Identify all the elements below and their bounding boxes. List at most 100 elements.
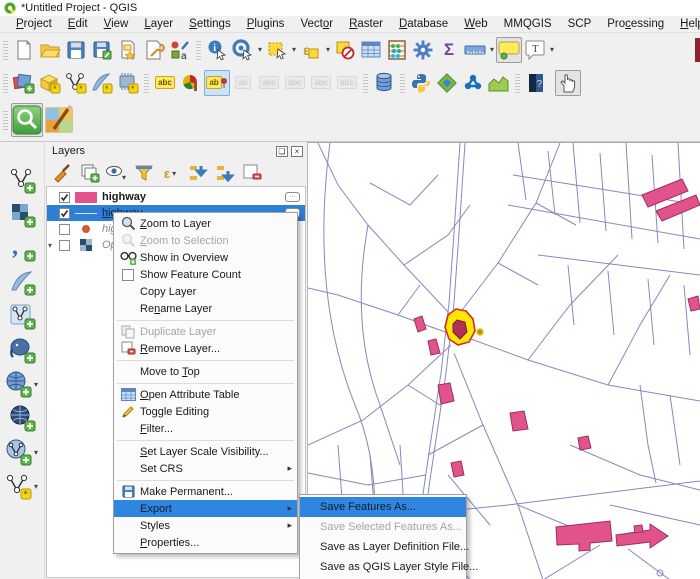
menu-item-open-attribute-table[interactable]: Open Attribute Table: [114, 386, 297, 403]
processing-toolbox-button[interactable]: [410, 37, 436, 63]
open-layer-styling-button[interactable]: [51, 162, 75, 184]
manage-map-themes-button[interactable]: ▾: [105, 162, 129, 184]
open-project-button[interactable]: [37, 37, 63, 63]
add-wms-layer-button[interactable]: ▾: [4, 370, 40, 398]
new-temporary-scratch-layer-button[interactable]: *: [115, 70, 141, 96]
label-tool-change-button[interactable]: abc: [334, 70, 360, 96]
menu-item-move-to-top[interactable]: Move to Top: [114, 363, 297, 380]
osm-place-search-button[interactable]: [11, 103, 43, 137]
menu-processing[interactable]: Processing: [599, 17, 672, 31]
menu-vector[interactable]: Vector: [292, 17, 341, 31]
select-features-button[interactable]: [264, 37, 290, 63]
select-features-dropdown[interactable]: ▾: [290, 45, 298, 54]
python-console-button[interactable]: [408, 70, 434, 96]
submenu-item-save-features-as[interactable]: Save Features As...: [300, 497, 466, 517]
filter-legend-button[interactable]: [132, 162, 156, 184]
deselect-features-button[interactable]: [332, 37, 358, 63]
new-shapefile-layer-button[interactable]: *: [63, 70, 89, 96]
measure-button[interactable]: [462, 37, 488, 63]
data-source-manager-button[interactable]: [11, 70, 37, 96]
menu-item-set-layer-scale-visibility[interactable]: Set Layer Scale Visibility...: [114, 443, 297, 460]
map-tips-button[interactable]: [496, 37, 522, 63]
menu-item-export[interactable]: Export▸: [114, 500, 297, 517]
measure-dropdown[interactable]: ▾: [488, 45, 496, 54]
db-manager-button[interactable]: [371, 70, 397, 96]
menu-item-remove-layer[interactable]: Remove Layer...: [114, 340, 297, 357]
menu-mmqgis[interactable]: MMQGIS: [496, 17, 560, 31]
add-wfs-dropdown[interactable]: ▾: [32, 448, 40, 457]
new-geopackage-layer-button[interactable]: *: [37, 70, 63, 96]
select-by-expression-button[interactable]: ε: [298, 37, 324, 63]
menu-item-rename-layer[interactable]: Rename Layer: [114, 300, 297, 317]
statistical-summary-button[interactable]: [384, 37, 410, 63]
save-project-button[interactable]: [63, 37, 89, 63]
submenu-item-save-as-qgis-layer-style[interactable]: Save as QGIS Layer Style File...: [300, 557, 466, 577]
toolbar-grip[interactable]: [196, 40, 201, 60]
pin-labels-button[interactable]: ab: [204, 70, 230, 96]
feature-action-dropdown[interactable]: ▾: [256, 45, 264, 54]
layout-manager-button[interactable]: [141, 37, 167, 63]
add-vector-layer-button[interactable]: [8, 166, 36, 194]
feature-count-checkbox[interactable]: [116, 269, 140, 281]
menu-plugins[interactable]: Plugins: [239, 17, 293, 31]
profile-tool-button[interactable]: [486, 70, 512, 96]
add-delimited-text-layer-button[interactable]: ,: [8, 234, 36, 262]
save-project-as-button[interactable]: [89, 37, 115, 63]
add-raster-layer-button[interactable]: [8, 200, 36, 228]
run-feature-action-button[interactable]: [230, 37, 256, 63]
menu-view[interactable]: View: [96, 17, 137, 31]
toolbar-grip[interactable]: [400, 73, 405, 93]
menu-raster[interactable]: Raster: [341, 17, 391, 31]
menu-item-set-crs[interactable]: Set CRS▸: [114, 460, 297, 477]
panel-close-button[interactable]: ×: [291, 146, 303, 157]
collapse-all-button[interactable]: [213, 162, 237, 184]
remove-layer-group-button[interactable]: [240, 162, 264, 184]
menu-item-properties[interactable]: Properties...: [114, 534, 297, 551]
toolbar-grip[interactable]: [3, 110, 8, 130]
menu-item-show-feature-count[interactable]: Show Feature Count: [114, 266, 297, 283]
select-by-expression-dropdown[interactable]: ▾: [324, 45, 332, 54]
new-virtual-layer-dropdown[interactable]: ▾: [32, 482, 40, 491]
menu-item-zoom-to-layer[interactable]: Zoom to Layer: [114, 215, 297, 232]
layer-diagram-button[interactable]: [178, 70, 204, 96]
help-contents-button[interactable]: ?: [523, 70, 549, 96]
quickmapservices-button[interactable]: [434, 70, 460, 96]
label-tool-highlight-button[interactable]: ab: [230, 70, 256, 96]
toolbar-grip[interactable]: [3, 73, 8, 93]
filter-expression-dropdown[interactable]: ▾: [170, 169, 178, 178]
new-print-layout-button[interactable]: [115, 37, 141, 63]
toolbar-grip[interactable]: [144, 73, 149, 93]
label-tool-show-hide-button[interactable]: abc: [256, 70, 282, 96]
menu-settings[interactable]: Settings: [181, 17, 239, 31]
layer-checkbox-unchecked[interactable]: [59, 240, 70, 251]
menu-help[interactable]: Help: [672, 17, 700, 31]
text-annotation-button[interactable]: T: [522, 37, 548, 63]
filter-by-expression-button[interactable]: ε▾: [159, 162, 183, 184]
add-postgis-layer-button[interactable]: [8, 336, 36, 364]
menu-project[interactable]: Project: [8, 17, 60, 31]
menu-item-toggle-editing[interactable]: Toggle Editing: [114, 403, 297, 420]
identify-features-button[interactable]: i: [204, 37, 230, 63]
menu-layer[interactable]: Layer: [136, 17, 181, 31]
add-wms-dropdown[interactable]: ▾: [32, 380, 40, 389]
add-group-button[interactable]: [78, 162, 102, 184]
menu-web[interactable]: Web: [456, 17, 495, 31]
submenu-item-save-as-layer-definition[interactable]: Save as Layer Definition File...: [300, 537, 466, 557]
expander-icon[interactable]: ▾: [48, 241, 52, 250]
menu-database[interactable]: Database: [391, 17, 456, 31]
menu-item-show-in-overview[interactable]: Show in Overview: [114, 249, 297, 266]
menu-item-copy-layer[interactable]: Copy Layer: [114, 283, 297, 300]
label-tool-rotate-button[interactable]: abc: [308, 70, 334, 96]
add-wcs-layer-button[interactable]: [8, 404, 36, 432]
sum-statistics-button[interactable]: Σ: [436, 37, 462, 63]
layer-checkbox-checked[interactable]: [59, 192, 70, 203]
metasearch-button[interactable]: [460, 70, 486, 96]
text-annotation-dropdown[interactable]: ▾: [548, 45, 556, 54]
new-project-button[interactable]: [11, 37, 37, 63]
open-attribute-table-button[interactable]: [358, 37, 384, 63]
new-virtual-layer-dock-button[interactable]: *▾: [4, 472, 40, 500]
label-tool-move-button[interactable]: abc: [282, 70, 308, 96]
add-spatialite-layer-button[interactable]: [8, 268, 36, 296]
pan-map-button[interactable]: [555, 70, 581, 96]
layer-checkbox-checked[interactable]: [59, 208, 70, 219]
